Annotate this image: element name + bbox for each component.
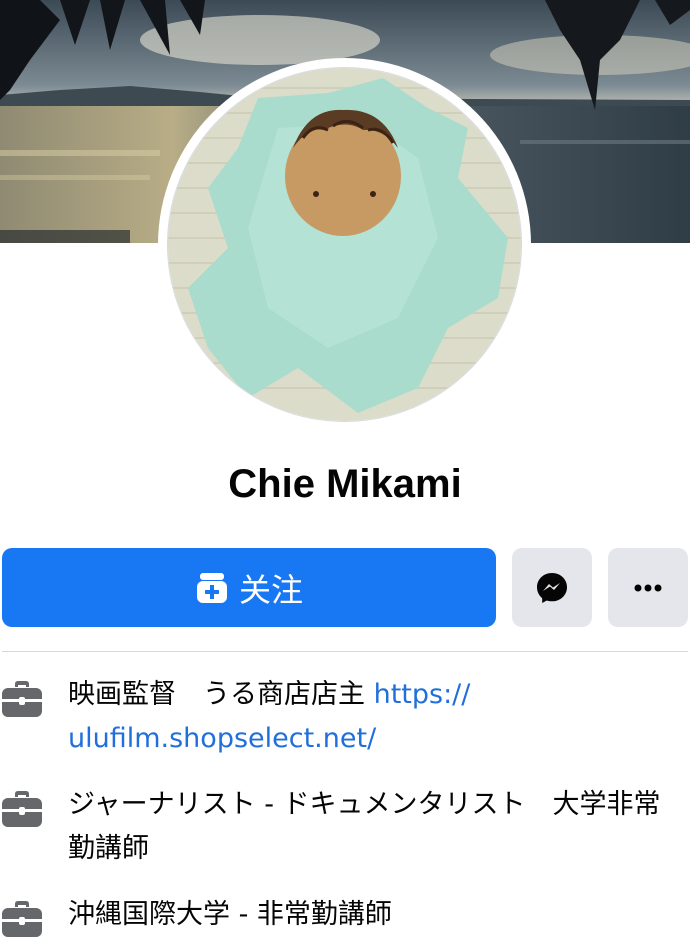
briefcase-icon: [2, 901, 42, 937]
more-button[interactable]: [608, 548, 688, 627]
messenger-icon: [537, 572, 567, 603]
avatar: [167, 67, 522, 422]
briefcase-icon: [2, 791, 42, 827]
follow-button[interactable]: 关注: [2, 548, 496, 627]
info-text-1-label: 映画監督 うる商店店主: [68, 679, 374, 710]
more-dots-icon: [634, 584, 662, 591]
info-text-2: ジャーナリスト - ドキュメンタリスト 大学非常勤講師: [68, 789, 661, 864]
info-text-3: 沖縄国際大学 - 非常勤講師: [68, 899, 392, 930]
follow-label: 关注: [238, 570, 303, 609]
avatar-image: [168, 68, 521, 421]
follow-box-icon: [196, 572, 227, 603]
profile-picture[interactable]: [158, 58, 531, 431]
divider: [2, 651, 688, 652]
messenger-button[interactable]: [512, 548, 592, 627]
info-text-1: 映画監督 うる商店店主 https:// ulufilm.shopselect.…: [68, 673, 684, 761]
briefcase-icon: [2, 681, 42, 717]
profile-name: Chie Mikami: [228, 462, 462, 506]
